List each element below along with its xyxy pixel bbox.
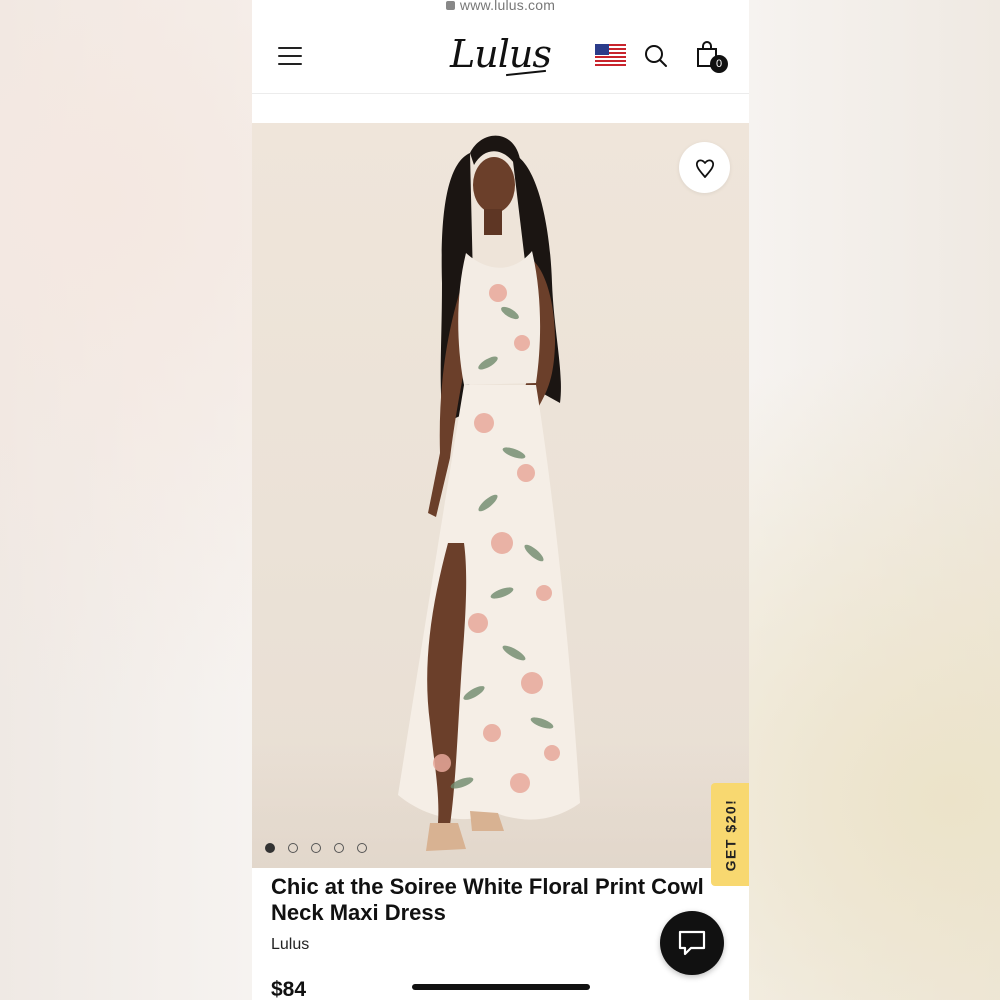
wishlist-button[interactable] xyxy=(679,142,730,193)
product-price: $84 xyxy=(271,978,307,1000)
product-title-line-1: Chic at the Soiree White Floral Print Co… xyxy=(271,874,704,899)
carousel-dots xyxy=(265,843,367,853)
product-title: Chic at the Soiree White Floral Print Co… xyxy=(271,874,723,928)
browser-url-bar[interactable]: www.lulus.com xyxy=(252,0,749,18)
chat-button[interactable] xyxy=(660,911,724,975)
promo-tab[interactable]: GET $20! xyxy=(711,783,749,886)
carousel-dot-2[interactable] xyxy=(288,843,298,853)
product-title-line-2: Neck Maxi Dress xyxy=(271,900,446,925)
carousel-dot-4[interactable] xyxy=(334,843,344,853)
carousel-dot-1[interactable] xyxy=(265,843,275,853)
heart-icon xyxy=(695,158,714,178)
menu-icon[interactable] xyxy=(278,47,302,65)
search-icon[interactable] xyxy=(644,44,668,68)
us-flag-icon[interactable] xyxy=(595,44,626,66)
url-text: www.lulus.com xyxy=(459,0,556,13)
product-image-carousel[interactable] xyxy=(252,123,749,868)
site-header: Lulus 0 xyxy=(252,18,749,94)
carousel-dot-5[interactable] xyxy=(357,843,367,853)
carousel-dot-3[interactable] xyxy=(311,843,321,853)
cart-count-badge: 0 xyxy=(710,55,728,73)
promo-label: GET $20! xyxy=(722,798,739,871)
chat-bubble-icon xyxy=(678,930,706,956)
product-brand[interactable]: Lulus xyxy=(271,936,309,954)
lock-icon xyxy=(445,0,455,10)
home-indicator xyxy=(412,984,590,990)
product-photo xyxy=(398,135,580,851)
mobile-screen: www.lulus.com Lulus 0 GET $20! Chic at t… xyxy=(252,0,749,1000)
